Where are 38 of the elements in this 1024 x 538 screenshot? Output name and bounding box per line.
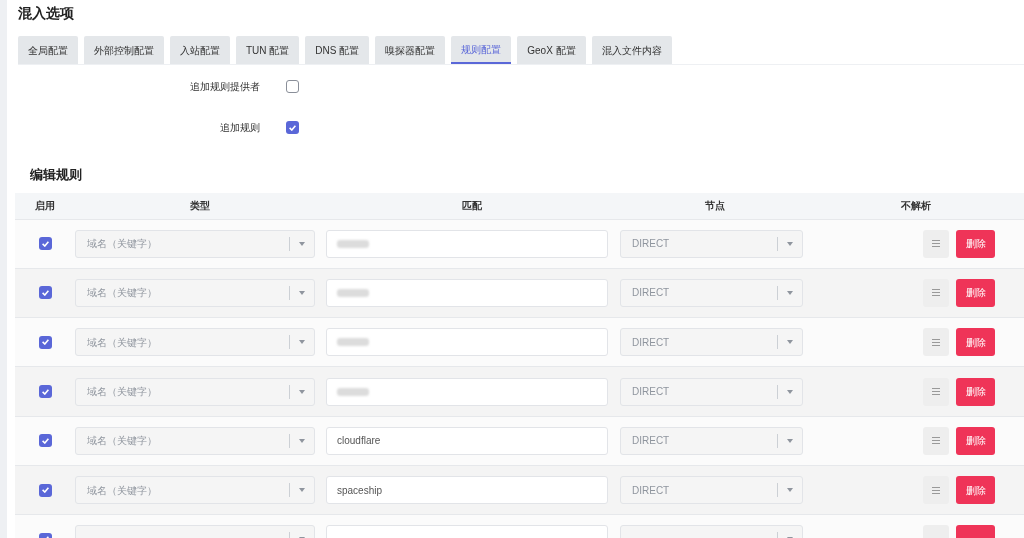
select-field[interactable]: 域名（关键字） bbox=[75, 328, 315, 357]
tab[interactable]: 全局配置 bbox=[18, 36, 78, 64]
select-field[interactable]: DIRECT bbox=[620, 377, 803, 406]
page-title: 混入选项 bbox=[18, 4, 75, 23]
delete-button[interactable]: 删除 bbox=[956, 229, 995, 258]
select-field[interactable]: 域名（关键字） bbox=[75, 229, 315, 258]
delete-button[interactable]: 删除 bbox=[956, 377, 995, 406]
tab[interactable]: 入站配置 bbox=[170, 36, 230, 64]
select-field[interactable]: 域名（关键字） bbox=[75, 426, 315, 455]
delete-button[interactable]: 删除 bbox=[956, 278, 995, 307]
select-field[interactable]: 域名（关键字） bbox=[75, 377, 315, 406]
tab[interactable]: 嗅探器配置 bbox=[375, 36, 446, 64]
column-header: 节点 bbox=[704, 199, 726, 213]
tab[interactable]: 混入文件内容 bbox=[591, 36, 672, 64]
select-field[interactable]: DIRECT bbox=[620, 476, 803, 505]
delete-button[interactable]: 删除 bbox=[956, 426, 995, 455]
column-header: 不解析 bbox=[900, 199, 932, 213]
option-label: 追加规则提供者 bbox=[189, 80, 260, 94]
match-field[interactable]: spaceship bbox=[326, 476, 608, 505]
select-field[interactable]: DIRECT bbox=[620, 278, 803, 307]
column-header: 启用 bbox=[34, 199, 56, 213]
select-field[interactable]: DIRECT bbox=[620, 229, 803, 258]
select-field[interactable]: DIRECT bbox=[620, 426, 803, 455]
tab[interactable]: DNS 配置 bbox=[305, 36, 370, 64]
tab[interactable]: GeoX 配置 bbox=[517, 36, 586, 64]
tab[interactable]: 规则配置 bbox=[451, 36, 512, 64]
match-field[interactable]: cloudflare bbox=[326, 426, 608, 455]
tab[interactable]: 外部控制配置 bbox=[84, 36, 164, 64]
column-header: 类型 bbox=[189, 199, 211, 213]
section-title: 编辑规则 bbox=[29, 166, 83, 184]
option-label: 追加规则 bbox=[219, 121, 260, 135]
delete-button[interactable]: 删除 bbox=[956, 476, 995, 505]
delete-button[interactable]: 删除 bbox=[956, 328, 995, 357]
column-header: 匹配 bbox=[461, 199, 483, 213]
tab[interactable]: TUN 配置 bbox=[236, 36, 300, 64]
select-field[interactable]: 域名（关键字） bbox=[75, 278, 315, 307]
select-field[interactable]: 域名（关键字） bbox=[75, 476, 315, 505]
select-field[interactable]: DIRECT bbox=[620, 328, 803, 357]
